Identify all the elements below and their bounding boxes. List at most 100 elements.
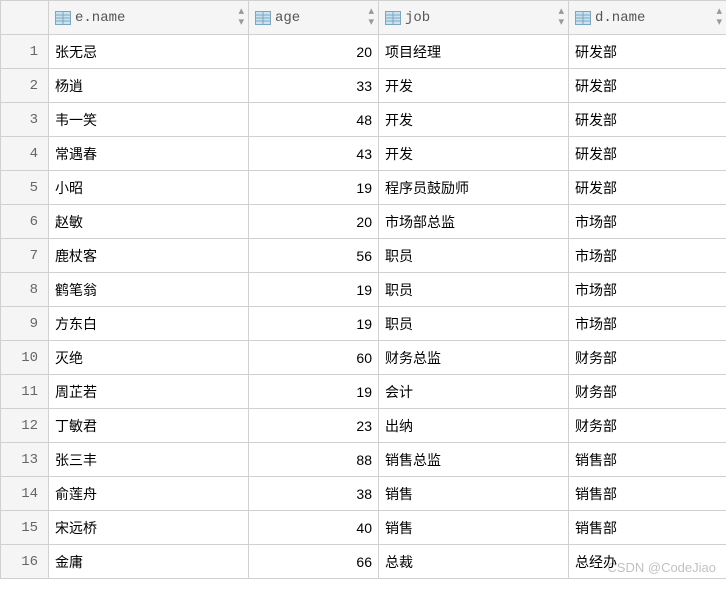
cell-age[interactable]: 19: [249, 273, 379, 307]
cell-age[interactable]: 60: [249, 341, 379, 375]
row-number-cell[interactable]: 10: [1, 341, 49, 375]
row-number-cell[interactable]: 11: [1, 375, 49, 409]
cell-job[interactable]: 总裁: [379, 545, 569, 579]
cell-dname[interactable]: 市场部: [569, 307, 726, 341]
table-row[interactable]: 16金庸66总裁总经办: [1, 545, 726, 579]
cell-ename[interactable]: 杨逍: [49, 69, 249, 103]
cell-age[interactable]: 23: [249, 409, 379, 443]
table-row[interactable]: 5小昭19程序员鼓励师研发部: [1, 171, 726, 205]
cell-dname[interactable]: 市场部: [569, 239, 726, 273]
cell-age[interactable]: 40: [249, 511, 379, 545]
row-number-cell[interactable]: 7: [1, 239, 49, 273]
cell-age[interactable]: 33: [249, 69, 379, 103]
table-row[interactable]: 2杨逍33开发研发部: [1, 69, 726, 103]
cell-dname[interactable]: 研发部: [569, 103, 726, 137]
table-row[interactable]: 11周芷若19会计财务部: [1, 375, 726, 409]
cell-age[interactable]: 66: [249, 545, 379, 579]
cell-ename[interactable]: 韦一笑: [49, 103, 249, 137]
cell-job[interactable]: 开发: [379, 69, 569, 103]
cell-age[interactable]: 56: [249, 239, 379, 273]
column-header-job[interactable]: job ▴▾: [379, 1, 569, 35]
cell-dname[interactable]: 销售部: [569, 477, 726, 511]
sort-icon[interactable]: ▴▾: [368, 7, 374, 29]
table-row[interactable]: 3韦一笑48开发研发部: [1, 103, 726, 137]
cell-age[interactable]: 20: [249, 35, 379, 69]
cell-ename[interactable]: 小昭: [49, 171, 249, 205]
cell-job[interactable]: 开发: [379, 137, 569, 171]
cell-age[interactable]: 88: [249, 443, 379, 477]
cell-dname[interactable]: 财务部: [569, 409, 726, 443]
table-row[interactable]: 10灭绝60财务总监财务部: [1, 341, 726, 375]
row-number-cell[interactable]: 3: [1, 103, 49, 137]
cell-age[interactable]: 43: [249, 137, 379, 171]
row-number-cell[interactable]: 12: [1, 409, 49, 443]
row-number-cell[interactable]: 13: [1, 443, 49, 477]
cell-ename[interactable]: 周芷若: [49, 375, 249, 409]
cell-ename[interactable]: 张三丰: [49, 443, 249, 477]
table-row[interactable]: 9方东白19职员市场部: [1, 307, 726, 341]
cell-dname[interactable]: 研发部: [569, 35, 726, 69]
cell-job[interactable]: 职员: [379, 273, 569, 307]
cell-dname[interactable]: 财务部: [569, 375, 726, 409]
sort-icon[interactable]: ▴▾: [716, 7, 722, 29]
cell-ename[interactable]: 鹿杖客: [49, 239, 249, 273]
sort-icon[interactable]: ▴▾: [238, 7, 244, 29]
row-number-cell[interactable]: 5: [1, 171, 49, 205]
cell-ename[interactable]: 常遇春: [49, 137, 249, 171]
row-number-cell[interactable]: 4: [1, 137, 49, 171]
cell-job[interactable]: 出纳: [379, 409, 569, 443]
cell-job[interactable]: 销售: [379, 477, 569, 511]
cell-dname[interactable]: 市场部: [569, 273, 726, 307]
cell-ename[interactable]: 鹤笔翁: [49, 273, 249, 307]
cell-age[interactable]: 19: [249, 375, 379, 409]
cell-dname[interactable]: 销售部: [569, 511, 726, 545]
cell-age[interactable]: 38: [249, 477, 379, 511]
cell-job[interactable]: 项目经理: [379, 35, 569, 69]
cell-dname[interactable]: 总经办: [569, 545, 726, 579]
cell-dname[interactable]: 研发部: [569, 69, 726, 103]
cell-ename[interactable]: 灭绝: [49, 341, 249, 375]
row-number-cell[interactable]: 14: [1, 477, 49, 511]
cell-ename[interactable]: 赵敏: [49, 205, 249, 239]
cell-ename[interactable]: 宋远桥: [49, 511, 249, 545]
cell-ename[interactable]: 方东白: [49, 307, 249, 341]
table-row[interactable]: 14俞莲舟38销售销售部: [1, 477, 726, 511]
cell-job[interactable]: 市场部总监: [379, 205, 569, 239]
cell-dname[interactable]: 市场部: [569, 205, 726, 239]
cell-ename[interactable]: 俞莲舟: [49, 477, 249, 511]
table-row[interactable]: 12丁敏君23出纳财务部: [1, 409, 726, 443]
cell-age[interactable]: 19: [249, 307, 379, 341]
cell-job[interactable]: 销售: [379, 511, 569, 545]
cell-dname[interactable]: 销售部: [569, 443, 726, 477]
table-row[interactable]: 6赵敏20市场部总监市场部: [1, 205, 726, 239]
cell-ename[interactable]: 张无忌: [49, 35, 249, 69]
cell-job[interactable]: 会计: [379, 375, 569, 409]
row-number-cell[interactable]: 16: [1, 545, 49, 579]
cell-dname[interactable]: 财务部: [569, 341, 726, 375]
column-header-ename[interactable]: e.name ▴▾: [49, 1, 249, 35]
cell-job[interactable]: 财务总监: [379, 341, 569, 375]
table-row[interactable]: 7鹿杖客56职员市场部: [1, 239, 726, 273]
column-header-age[interactable]: age ▴▾: [249, 1, 379, 35]
cell-age[interactable]: 48: [249, 103, 379, 137]
cell-age[interactable]: 20: [249, 205, 379, 239]
table-row[interactable]: 1张无忌20项目经理研发部: [1, 35, 726, 69]
column-header-dname[interactable]: d.name ▴▾: [569, 1, 726, 35]
table-row[interactable]: 8鹤笔翁19职员市场部: [1, 273, 726, 307]
cell-ename[interactable]: 丁敏君: [49, 409, 249, 443]
table-row[interactable]: 4常遇春43开发研发部: [1, 137, 726, 171]
cell-job[interactable]: 销售总监: [379, 443, 569, 477]
sort-icon[interactable]: ▴▾: [558, 7, 564, 29]
row-number-cell[interactable]: 6: [1, 205, 49, 239]
cell-job[interactable]: 开发: [379, 103, 569, 137]
row-number-cell[interactable]: 15: [1, 511, 49, 545]
cell-job[interactable]: 程序员鼓励师: [379, 171, 569, 205]
cell-dname[interactable]: 研发部: [569, 137, 726, 171]
row-number-cell[interactable]: 2: [1, 69, 49, 103]
cell-ename[interactable]: 金庸: [49, 545, 249, 579]
cell-dname[interactable]: 研发部: [569, 171, 726, 205]
table-row[interactable]: 13张三丰88销售总监销售部: [1, 443, 726, 477]
cell-job[interactable]: 职员: [379, 239, 569, 273]
row-number-cell[interactable]: 9: [1, 307, 49, 341]
table-row[interactable]: 15宋远桥40销售销售部: [1, 511, 726, 545]
